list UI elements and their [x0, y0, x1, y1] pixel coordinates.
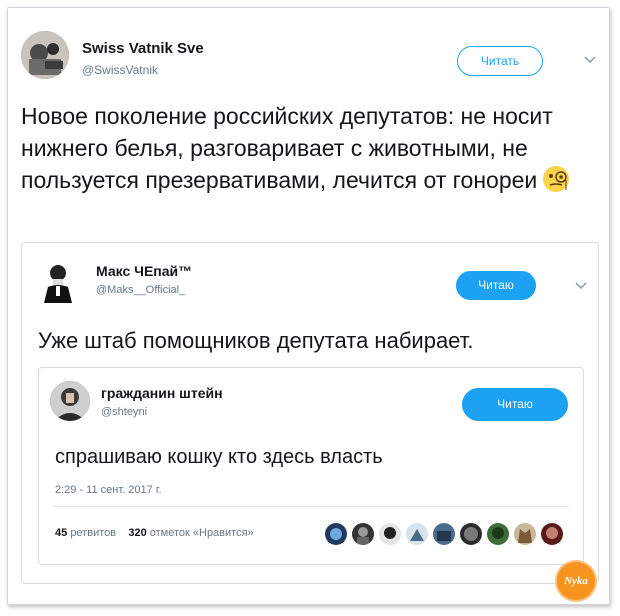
liker-avatar[interactable] — [514, 523, 536, 545]
avatar-outer[interactable] — [21, 31, 69, 79]
quoted-display-name[interactable]: Макс ЧЕпай™ — [96, 263, 192, 279]
retweets-label[interactable]: ретвитов — [70, 527, 116, 539]
inner-tweet-text: спрашиваю кошку кто здесь власть — [55, 446, 383, 468]
chevron-down-icon[interactable] — [584, 55, 596, 65]
quoted-tweet-text: Уже штаб помощников депутата набирает. — [38, 328, 474, 353]
avatar-inner[interactable] — [50, 381, 90, 421]
outer-tweet-body: Новое поколение российских депутатов: не… — [21, 103, 553, 193]
quoted-handle[interactable]: @Maks__Official_ — [96, 284, 185, 296]
chevron-down-icon[interactable] — [575, 281, 587, 291]
liker-avatar[interactable] — [379, 523, 401, 545]
engagement-stats: 45 ретвитов 320 отметок «Нравится» — [55, 527, 254, 539]
liker-avatar[interactable] — [433, 523, 455, 545]
monocle-face-icon — [543, 166, 570, 192]
liker-avatar[interactable] — [541, 523, 563, 545]
liker-avatar[interactable] — [460, 523, 482, 545]
watermark-logo: Nyka — [557, 562, 595, 600]
inner-display-name[interactable]: гражданин штейн — [101, 385, 223, 401]
liker-avatar[interactable] — [406, 523, 428, 545]
liker-avatar[interactable] — [325, 523, 347, 545]
divider — [53, 506, 569, 507]
likes-label[interactable]: отметок «Нравится» — [150, 527, 254, 539]
screenshot-frame: Swiss Vatnik Sve @SwissVatnik Читать Нов… — [7, 7, 610, 605]
inner-quoted-card[interactable]: гражданин штейн @shteyni Читаю спрашиваю… — [38, 367, 584, 565]
avatar-quoted[interactable] — [36, 259, 80, 303]
timestamp[interactable]: 2:29 - 11 сент. 2017 г. — [55, 484, 162, 496]
outer-tweet-text: Новое поколение российских депутатов: не… — [21, 100, 596, 196]
likes-count[interactable]: 320 — [128, 527, 146, 539]
inner-handle[interactable]: @shteyni — [101, 406, 147, 418]
follow-button[interactable]: Читать — [457, 46, 543, 76]
liker-avatar[interactable] — [352, 523, 374, 545]
following-button[interactable]: Читаю — [456, 271, 536, 300]
liker-avatar[interactable] — [487, 523, 509, 545]
outer-display-name[interactable]: Swiss Vatnik Sve — [82, 40, 204, 57]
retweets-count[interactable]: 45 — [55, 527, 67, 539]
outer-handle[interactable]: @SwissVatnik — [82, 63, 158, 77]
following-button[interactable]: Читаю — [462, 388, 568, 421]
quoted-tweet-card[interactable]: Макс ЧЕпай™ @Maks__Official_ Читаю Уже ш… — [21, 242, 599, 584]
